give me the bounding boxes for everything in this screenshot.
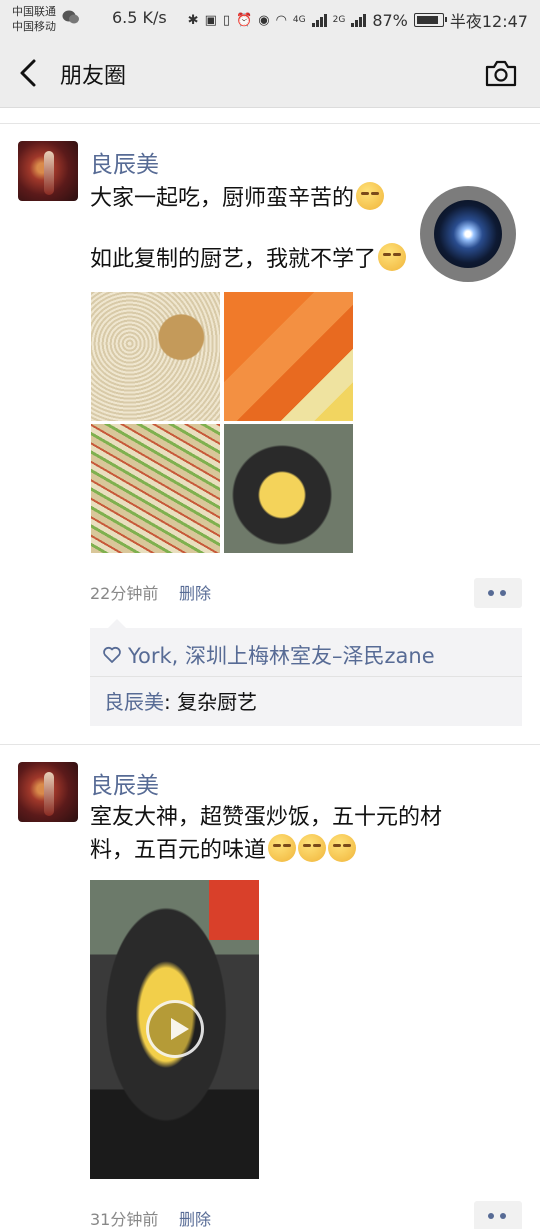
- comment-box: York, 深圳上梅林室友–泽民zane 良辰美: 复杂厨艺: [90, 619, 522, 726]
- photo-rice-with-scallions[interactable]: [91, 424, 220, 553]
- signal-1-icon: [311, 13, 327, 27]
- post-text-line: 如此复制的厨艺，我就不学了: [90, 247, 377, 272]
- delete-link[interactable]: 删除: [179, 1206, 211, 1229]
- video-thumbnail[interactable]: [90, 880, 259, 1179]
- clock: 半夜12:47: [449, 12, 528, 31]
- comment[interactable]: 良辰美: 复杂厨艺: [104, 686, 257, 715]
- post-text-line: 大家一起吃，厨师蛮辛苦的: [90, 186, 355, 211]
- carrier-info: 中国联通 中国移动: [12, 4, 56, 34]
- status-bar: 中国联通 中国移动 6.5 K/s ✱ ▣ ▯ ⏰ ◉ ◠ 4G 2G 87% …: [0, 0, 540, 38]
- network-speed: 6.5 K/s: [112, 8, 167, 27]
- camera-icon[interactable]: [484, 58, 518, 88]
- likes-names[interactable]: York, 深圳上梅林室友–泽民zane: [128, 640, 435, 670]
- post-text-line: 料，五百元的味道: [90, 838, 267, 863]
- nav-bar: 朋友圈: [0, 38, 540, 108]
- smirk-emoji-icon: [268, 834, 297, 862]
- post-time: 22分钟前: [90, 584, 159, 603]
- delete-link[interactable]: 删除: [179, 580, 211, 604]
- yawn-emoji-icon: [356, 182, 385, 210]
- post-author[interactable]: 良辰美: [90, 766, 159, 800]
- avatar[interactable]: [18, 762, 78, 822]
- divider: [0, 123, 540, 124]
- post-time: 31分钟前: [90, 1210, 159, 1229]
- alarm-icon: ⏰: [236, 12, 253, 28]
- post-text: 料，五百元的味道: [90, 834, 510, 867]
- photo-wok-eggs[interactable]: [224, 424, 353, 553]
- wifi-icon: ◠: [275, 12, 287, 28]
- floating-ball-galaxy-icon[interactable]: [420, 186, 516, 282]
- more-actions-button[interactable]: [474, 1201, 522, 1229]
- avatar[interactable]: [18, 141, 78, 201]
- divider: [0, 744, 540, 745]
- network-2-label: 2G: [332, 15, 346, 25]
- post-text-line: 室友大神，超赞蛋炒饭，五十元的材: [90, 805, 443, 830]
- signal-2-icon: [351, 13, 367, 27]
- smirk-emoji-icon: [328, 834, 357, 862]
- vibrate-icon: ▯: [222, 12, 231, 28]
- status-icons: ✱ ▣ ▯ ⏰ ◉ ◠ 4G 2G 87% 半夜12:47: [188, 8, 528, 32]
- eye-icon: ◉: [258, 12, 270, 28]
- comment-separator: :: [164, 690, 178, 714]
- back-arrow-icon[interactable]: [12, 56, 46, 90]
- laugh-emoji-icon: [378, 243, 407, 271]
- battery-icon: [413, 13, 447, 27]
- likes-row: York, 深圳上梅林室友–泽民zane: [102, 640, 435, 670]
- battery-percent: 87%: [372, 10, 408, 30]
- network-1-label: 4G: [292, 15, 306, 25]
- comment-divider: [90, 676, 522, 677]
- smirk-emoji-icon: [298, 834, 327, 862]
- page-title: 朋友圈: [60, 64, 127, 89]
- carrier-1: 中国联通: [12, 5, 56, 18]
- carrier-2: 中国移动: [12, 20, 56, 33]
- more-actions-button[interactable]: [474, 578, 522, 608]
- wechat-notification-icon: [62, 10, 79, 24]
- bluetooth-icon: ✱: [187, 12, 199, 28]
- nfc-icon: ▣: [204, 12, 217, 28]
- comment-author[interactable]: 良辰美: [104, 690, 164, 714]
- post-author[interactable]: 良辰美: [90, 145, 159, 179]
- play-icon[interactable]: [146, 1000, 204, 1058]
- post-text: 室友大神，超赞蛋炒饭，五十元的材: [90, 801, 510, 834]
- heart-icon: [103, 646, 121, 663]
- photo-fried-rice[interactable]: [91, 292, 220, 421]
- photo-carrots[interactable]: [224, 292, 353, 421]
- comment-text: 复杂厨艺: [177, 690, 258, 714]
